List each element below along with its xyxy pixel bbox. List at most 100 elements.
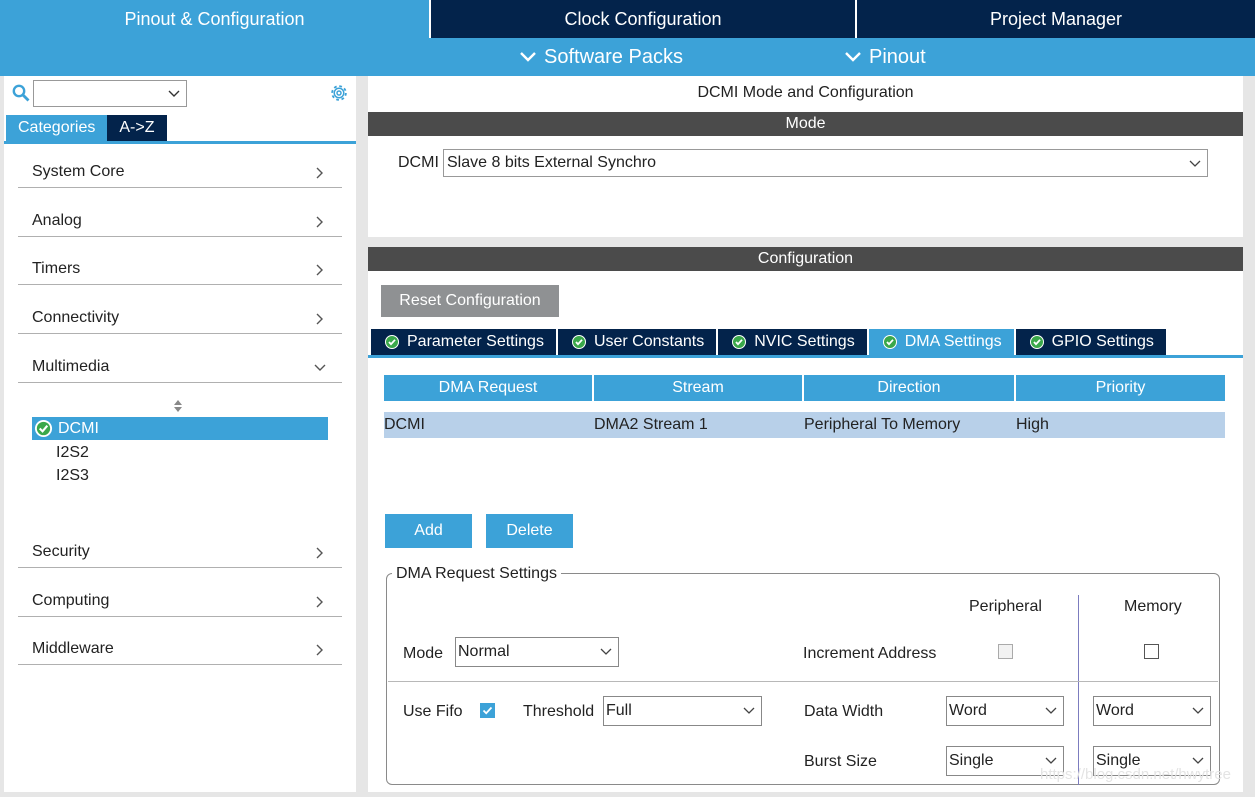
bottom-edge [0, 792, 1255, 797]
chevron-right-icon [316, 216, 323, 228]
category-label: Analog [32, 212, 82, 229]
chevron-down-icon[interactable] [168, 90, 180, 98]
peripheral-column-header: Peripheral [969, 598, 1042, 615]
chevron-right-icon [316, 596, 323, 608]
mode-label: Mode [403, 645, 444, 662]
peripheral-burst-size-value: Single [949, 752, 994, 769]
search-icon[interactable] [12, 84, 30, 102]
category-multimedia[interactable]: Multimedia [18, 337, 342, 383]
tab-pinout-configuration[interactable]: Pinout & Configuration [0, 0, 431, 38]
threshold-select[interactable]: Full [603, 696, 762, 726]
software-packs-menu[interactable]: Software Packs [520, 38, 683, 76]
tab-categories[interactable]: Categories [6, 115, 108, 141]
dcmi-mode-select[interactable]: Slave 8 bits External Synchro [443, 149, 1208, 177]
category-label: System Core [32, 163, 125, 180]
right-scroll-edge[interactable] [1243, 76, 1255, 792]
tab-clock-configuration[interactable]: Clock Configuration [431, 0, 857, 38]
pinout-menu[interactable]: Pinout [845, 38, 926, 76]
memory-data-width-value: Word [1096, 702, 1134, 719]
tab-label: GPIO Settings [1051, 333, 1154, 350]
dma-request-table: DMA Request Stream Direction Priority DC… [384, 375, 1225, 438]
tab-gpio-settings[interactable]: GPIO Settings [1015, 329, 1166, 355]
chevron-right-icon [316, 547, 323, 559]
tab-label: Parameter Settings [407, 333, 544, 350]
use-fifo-label: Use Fifo [403, 703, 463, 720]
category-label: Middleware [32, 640, 114, 657]
tab-dma-settings[interactable]: DMA Settings [868, 329, 1016, 355]
configuration-header: Configuration [368, 247, 1243, 271]
peripheral-item-dcmi[interactable]: DCMI [32, 417, 328, 440]
category-connectivity[interactable]: Connectivity [18, 288, 342, 334]
category-middleware[interactable]: Middleware [18, 619, 342, 665]
table-cell-priority: High [1016, 416, 1049, 433]
sort-icon[interactable] [173, 399, 183, 413]
tab-label: NVIC Settings [754, 333, 855, 350]
mode-panel: DCMI Mode and Configuration Mode DCMI Sl… [368, 76, 1243, 237]
dcmi-mode-value: Slave 8 bits External Synchro [447, 154, 656, 171]
check-circle-icon [385, 335, 399, 349]
check-circle-icon [571, 335, 586, 349]
delete-button[interactable]: Delete [486, 514, 573, 548]
check-circle-icon [882, 335, 897, 349]
top-tab-bar: Pinout & Configuration Clock Configurati… [0, 0, 1255, 38]
category-label: Connectivity [32, 309, 120, 326]
use-fifo-checkbox[interactable] [480, 703, 495, 718]
chevron-down-icon [1045, 707, 1057, 714]
chevron-down-icon [1189, 160, 1201, 167]
mode-select[interactable]: Normal [455, 637, 619, 667]
watermark-text: https://blog.csdn.net/hwytree [1040, 766, 1231, 783]
category-tabs: Categories A->Z [6, 115, 167, 141]
category-label: Timers [32, 260, 81, 277]
column-header-dma-request[interactable]: DMA Request [384, 375, 594, 401]
memory-column-header: Memory [1124, 598, 1182, 615]
peripheral-item-i2s3[interactable]: I2S3 [32, 464, 89, 487]
table-cell-stream: DMA2 Stream 1 [594, 416, 708, 433]
panel-splitter[interactable] [356, 76, 368, 792]
tab-nvic-settings[interactable]: NVIC Settings [718, 329, 869, 355]
table-cell-direction: Peripheral To Memory [804, 416, 961, 433]
column-header-stream[interactable]: Stream [594, 375, 804, 401]
peripheral-data-width-select[interactable]: Word [946, 696, 1064, 726]
memory-increment-checkbox[interactable] [1144, 644, 1159, 659]
row-divider [388, 681, 1218, 682]
category-security[interactable]: Security [18, 522, 342, 568]
search-input[interactable] [33, 80, 187, 107]
dcmi-mode-label: DCMI [398, 154, 439, 171]
category-system-core[interactable]: System Core [18, 142, 342, 188]
category-timers[interactable]: Timers [18, 239, 342, 285]
tab-user-constants[interactable]: User Constants [557, 329, 719, 355]
tab-label: User Constants [593, 333, 705, 350]
dma-request-settings-legend: DMA Request Settings [392, 565, 561, 583]
add-button[interactable]: Add [385, 514, 472, 548]
category-label: Computing [32, 592, 110, 609]
category-sidebar: Categories A->Z System Core Analog Timer… [4, 76, 356, 792]
configuration-tabs: Parameter Settings User Constants NVIC S… [371, 329, 1166, 355]
gear-icon[interactable] [328, 82, 350, 104]
configuration-panel: Configuration Reset Configuration Parame… [368, 247, 1243, 792]
peripheral-label: I2S3 [56, 466, 89, 484]
peripheral-label: I2S2 [56, 443, 89, 461]
software-packs-label: Software Packs [544, 45, 683, 68]
table-cell-dma-request: DCMI [384, 416, 425, 433]
peripheral-item-i2s2[interactable]: I2S2 [32, 441, 89, 464]
tab-a-z[interactable]: A->Z [107, 115, 167, 141]
column-header-priority[interactable]: Priority [1016, 375, 1225, 401]
column-header-direction[interactable]: Direction [804, 375, 1016, 401]
chevron-down-icon [743, 707, 755, 714]
table-row[interactable]: DCMI DMA2 Stream 1 Peripheral To Memory … [384, 412, 1225, 438]
tab-parameter-settings[interactable]: Parameter Settings [371, 329, 558, 355]
chevron-right-icon [316, 167, 323, 179]
peripheral-increment-checkbox[interactable] [998, 644, 1013, 659]
tab-project-manager[interactable]: Project Manager [857, 0, 1255, 38]
category-label: Multimedia [32, 358, 110, 375]
check-icon [482, 706, 493, 715]
category-computing[interactable]: Computing [18, 571, 342, 617]
memory-data-width-select[interactable]: Word [1093, 696, 1211, 726]
threshold-select-value: Full [606, 702, 632, 719]
category-analog[interactable]: Analog [18, 191, 342, 237]
chevron-right-icon [316, 264, 323, 276]
reset-configuration-button[interactable]: Reset Configuration [381, 285, 559, 317]
mode-header: Mode [368, 112, 1243, 136]
check-circle-icon [1029, 335, 1044, 349]
column-divider [1078, 595, 1079, 785]
